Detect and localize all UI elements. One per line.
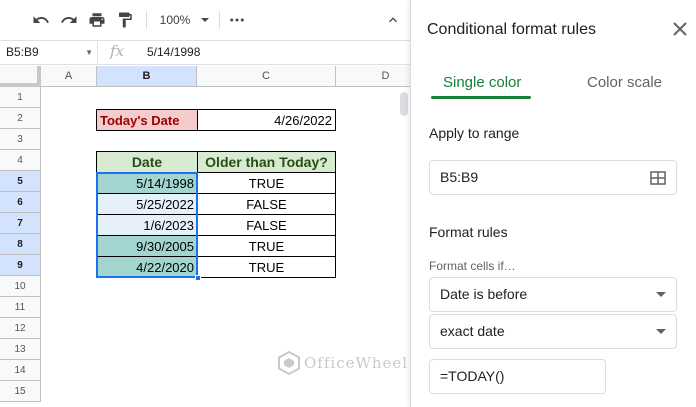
tab-color-scale[interactable]: Color scale — [587, 74, 662, 91]
older-cell[interactable]: TRUE — [197, 172, 336, 194]
range-input[interactable]: B5:B9 — [429, 160, 677, 195]
row-header-14[interactable]: 14 — [0, 360, 41, 381]
format-cells-if-label: Format cells if… — [429, 259, 516, 273]
row-header-7[interactable]: 7 — [0, 213, 41, 234]
cell-c4-older-header[interactable]: Older than Today? — [197, 151, 336, 173]
tab-single-color[interactable]: Single color — [443, 74, 521, 91]
value-text: =TODAY() — [440, 368, 505, 384]
row-header-1[interactable]: 1 — [0, 87, 41, 108]
row-header-15[interactable]: 15 — [0, 381, 41, 402]
more-icon[interactable] — [226, 8, 248, 32]
select-range-icon[interactable] — [650, 171, 666, 185]
date-cell[interactable]: 1/6/2023 — [96, 214, 198, 236]
row-header-12[interactable]: 12 — [0, 318, 41, 339]
date-option-dropdown[interactable]: exact date — [429, 314, 677, 349]
vertical-scrollbar[interactable] — [400, 92, 408, 116]
row-header-3[interactable]: 3 — [0, 129, 41, 150]
format-rules-label: Format rules — [429, 224, 508, 240]
date-cell[interactable]: 5/25/2022 — [96, 193, 198, 215]
select-all-corner[interactable] — [0, 66, 41, 87]
value-input[interactable]: =TODAY() — [429, 359, 606, 394]
formula-input[interactable]: 5/14/1998 — [147, 41, 200, 64]
range-value: B5:B9 — [440, 169, 479, 185]
column-header-b[interactable]: B — [97, 66, 197, 87]
date-cell[interactable]: 5/14/1998 — [96, 172, 198, 194]
zoom-select[interactable]: 100% — [156, 8, 214, 32]
row-header-8[interactable]: 8 — [0, 234, 41, 255]
older-cell[interactable]: FALSE — [197, 193, 336, 215]
print-icon[interactable] — [86, 8, 108, 32]
collapse-icon[interactable] — [382, 8, 404, 32]
close-icon[interactable] — [672, 21, 688, 37]
toolbar-divider — [146, 11, 147, 29]
toolbar-divider — [219, 11, 220, 29]
column-header-a[interactable]: A — [41, 66, 97, 87]
chevron-down-icon — [201, 18, 210, 22]
watermark-logo: OfficeWheel — [278, 351, 408, 375]
fill-handle[interactable] — [195, 275, 201, 281]
date-option-value: exact date — [440, 323, 505, 339]
condition-value: Date is before — [440, 286, 528, 302]
name-box[interactable]: B5:B9 ▼ — [0, 41, 98, 64]
zoom-value: 100% — [159, 13, 191, 27]
panel-title: Conditional format rules — [427, 21, 596, 38]
name-box-value: B5:B9 — [6, 45, 39, 59]
redo-icon[interactable] — [58, 8, 80, 32]
condition-dropdown[interactable]: Date is before — [429, 277, 677, 312]
cell-b2-todays-date-label[interactable]: Today's Date — [96, 109, 198, 131]
row-header-4[interactable]: 4 — [0, 150, 41, 171]
date-cell[interactable]: 9/30/2005 — [96, 235, 198, 257]
watermark-text: OfficeWheel — [304, 354, 409, 372]
cell-c2-today-value[interactable]: 4/26/2022 — [197, 109, 336, 131]
apply-to-range-label: Apply to range — [429, 125, 520, 141]
paint-format-icon[interactable] — [114, 8, 136, 32]
undo-icon[interactable] — [30, 8, 52, 32]
toolbar: 100% — [0, 0, 410, 40]
date-cell[interactable]: 4/22/2020 — [96, 256, 198, 278]
column-header-c[interactable]: C — [197, 66, 336, 87]
row-header-6[interactable]: 6 — [0, 192, 41, 213]
dropdown-arrow-icon — [656, 292, 666, 297]
older-cell[interactable]: FALSE — [197, 214, 336, 236]
row-header-11[interactable]: 11 — [0, 297, 41, 318]
app-root: 100% B5:B9 ▼ fx 5/14/1998 A B C D 1 2 3 … — [0, 0, 696, 407]
dropdown-arrow-icon — [656, 329, 666, 334]
officewheel-logo-icon — [278, 351, 300, 375]
cell-b4-date-header[interactable]: Date — [96, 151, 198, 173]
conditional-format-panel: Conditional format rules Single color Co… — [410, 0, 696, 407]
fx-icon: fx — [110, 42, 125, 60]
spreadsheet-area: 100% B5:B9 ▼ fx 5/14/1998 A B C D 1 2 3 … — [0, 0, 410, 407]
row-header-13[interactable]: 13 — [0, 339, 41, 360]
formula-bar: B5:B9 ▼ fx 5/14/1998 — [0, 40, 410, 65]
active-tab-indicator — [431, 96, 531, 99]
name-box-arrow-icon: ▼ — [85, 48, 93, 57]
row-header-10[interactable]: 10 — [0, 276, 41, 297]
column-header-d[interactable]: D — [336, 66, 410, 87]
row-header-9[interactable]: 9 — [0, 255, 41, 276]
row-header-2[interactable]: 2 — [0, 108, 41, 129]
older-cell[interactable]: TRUE — [197, 235, 336, 257]
row-header-5[interactable]: 5 — [0, 171, 41, 192]
older-cell[interactable]: TRUE — [197, 256, 336, 278]
